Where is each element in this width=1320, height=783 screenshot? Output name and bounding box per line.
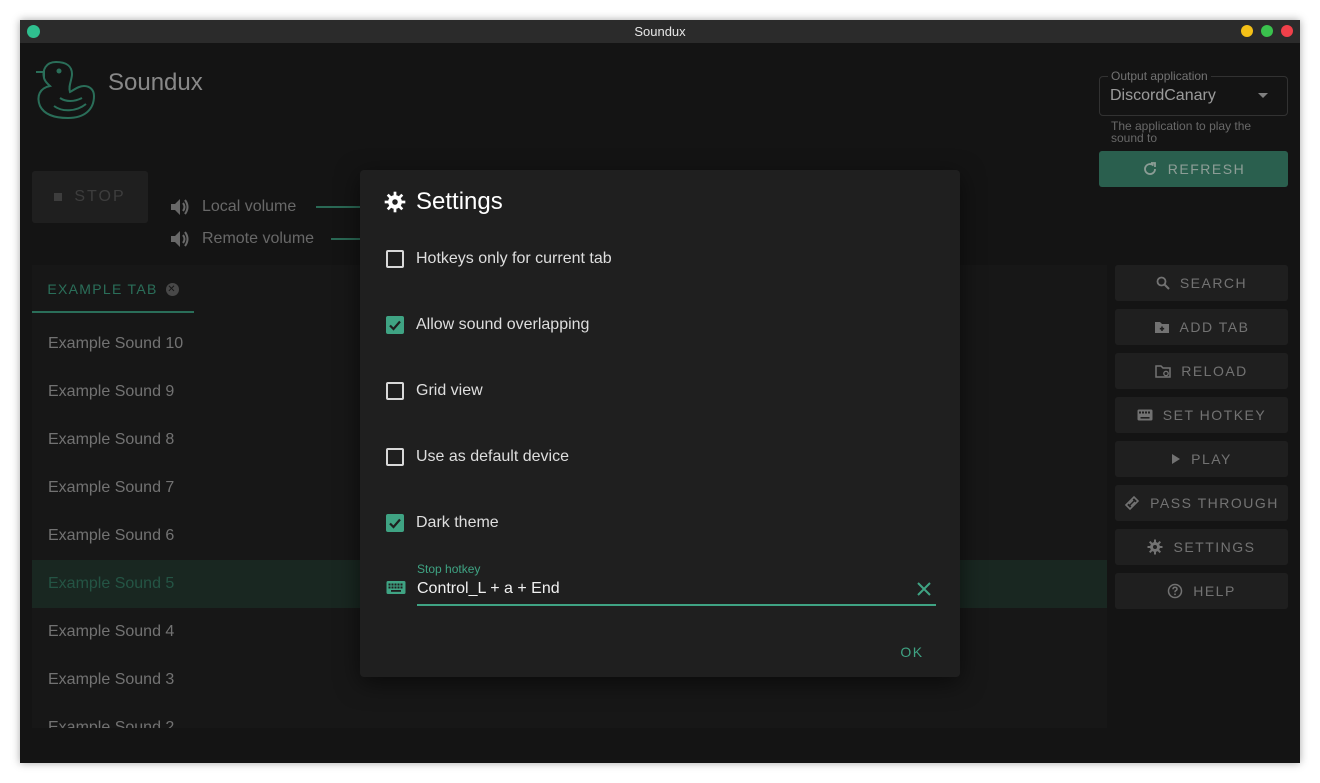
ok-button[interactable]: OK	[892, 640, 932, 664]
stop-hotkey-input[interactable]: Control_L + a + End	[417, 580, 560, 598]
stop-hotkey-underline	[417, 604, 936, 606]
dialog-title: Settings	[416, 188, 503, 215]
checkbox-checked[interactable]	[386, 514, 404, 532]
setting-grid-view[interactable]: Grid view	[386, 382, 483, 400]
checkbox[interactable]	[386, 448, 404, 466]
setting-label: Dark theme	[416, 514, 499, 531]
app-window: Soundux Soundux STOP Local volume Remote…	[20, 20, 1300, 763]
main-content: Soundux STOP Local volume Remote volume …	[20, 43, 1300, 763]
check-icon	[389, 320, 401, 331]
setting-default-device[interactable]: Use as default device	[386, 448, 569, 466]
setting-hotkeys-current-tab[interactable]: Hotkeys only for current tab	[386, 250, 612, 268]
check-icon	[389, 518, 401, 529]
close-window-button[interactable]	[1281, 25, 1293, 37]
setting-dark-theme[interactable]: Dark theme	[386, 514, 499, 532]
dialog-header: Settings	[384, 188, 503, 216]
stop-hotkey-label: Stop hotkey	[417, 562, 481, 576]
setting-label: Allow sound overlapping	[416, 316, 590, 333]
checkbox-checked[interactable]	[386, 316, 404, 334]
minimize-button[interactable]	[1241, 25, 1253, 37]
checkbox[interactable]	[386, 250, 404, 268]
setting-label: Hotkeys only for current tab	[416, 250, 612, 267]
window-title: Soundux	[634, 24, 686, 39]
maximize-button[interactable]	[1261, 25, 1273, 37]
title-bar[interactable]: Soundux	[20, 20, 1300, 43]
setting-label: Grid view	[416, 382, 483, 399]
settings-dialog: Settings Hotkeys only for current tab Al…	[360, 170, 960, 677]
gear-icon	[384, 191, 406, 213]
clear-icon[interactable]	[915, 580, 933, 598]
keyboard-icon	[386, 581, 406, 594]
setting-allow-overlapping[interactable]: Allow sound overlapping	[386, 316, 589, 334]
setting-label: Use as default device	[416, 448, 569, 465]
checkbox[interactable]	[386, 382, 404, 400]
